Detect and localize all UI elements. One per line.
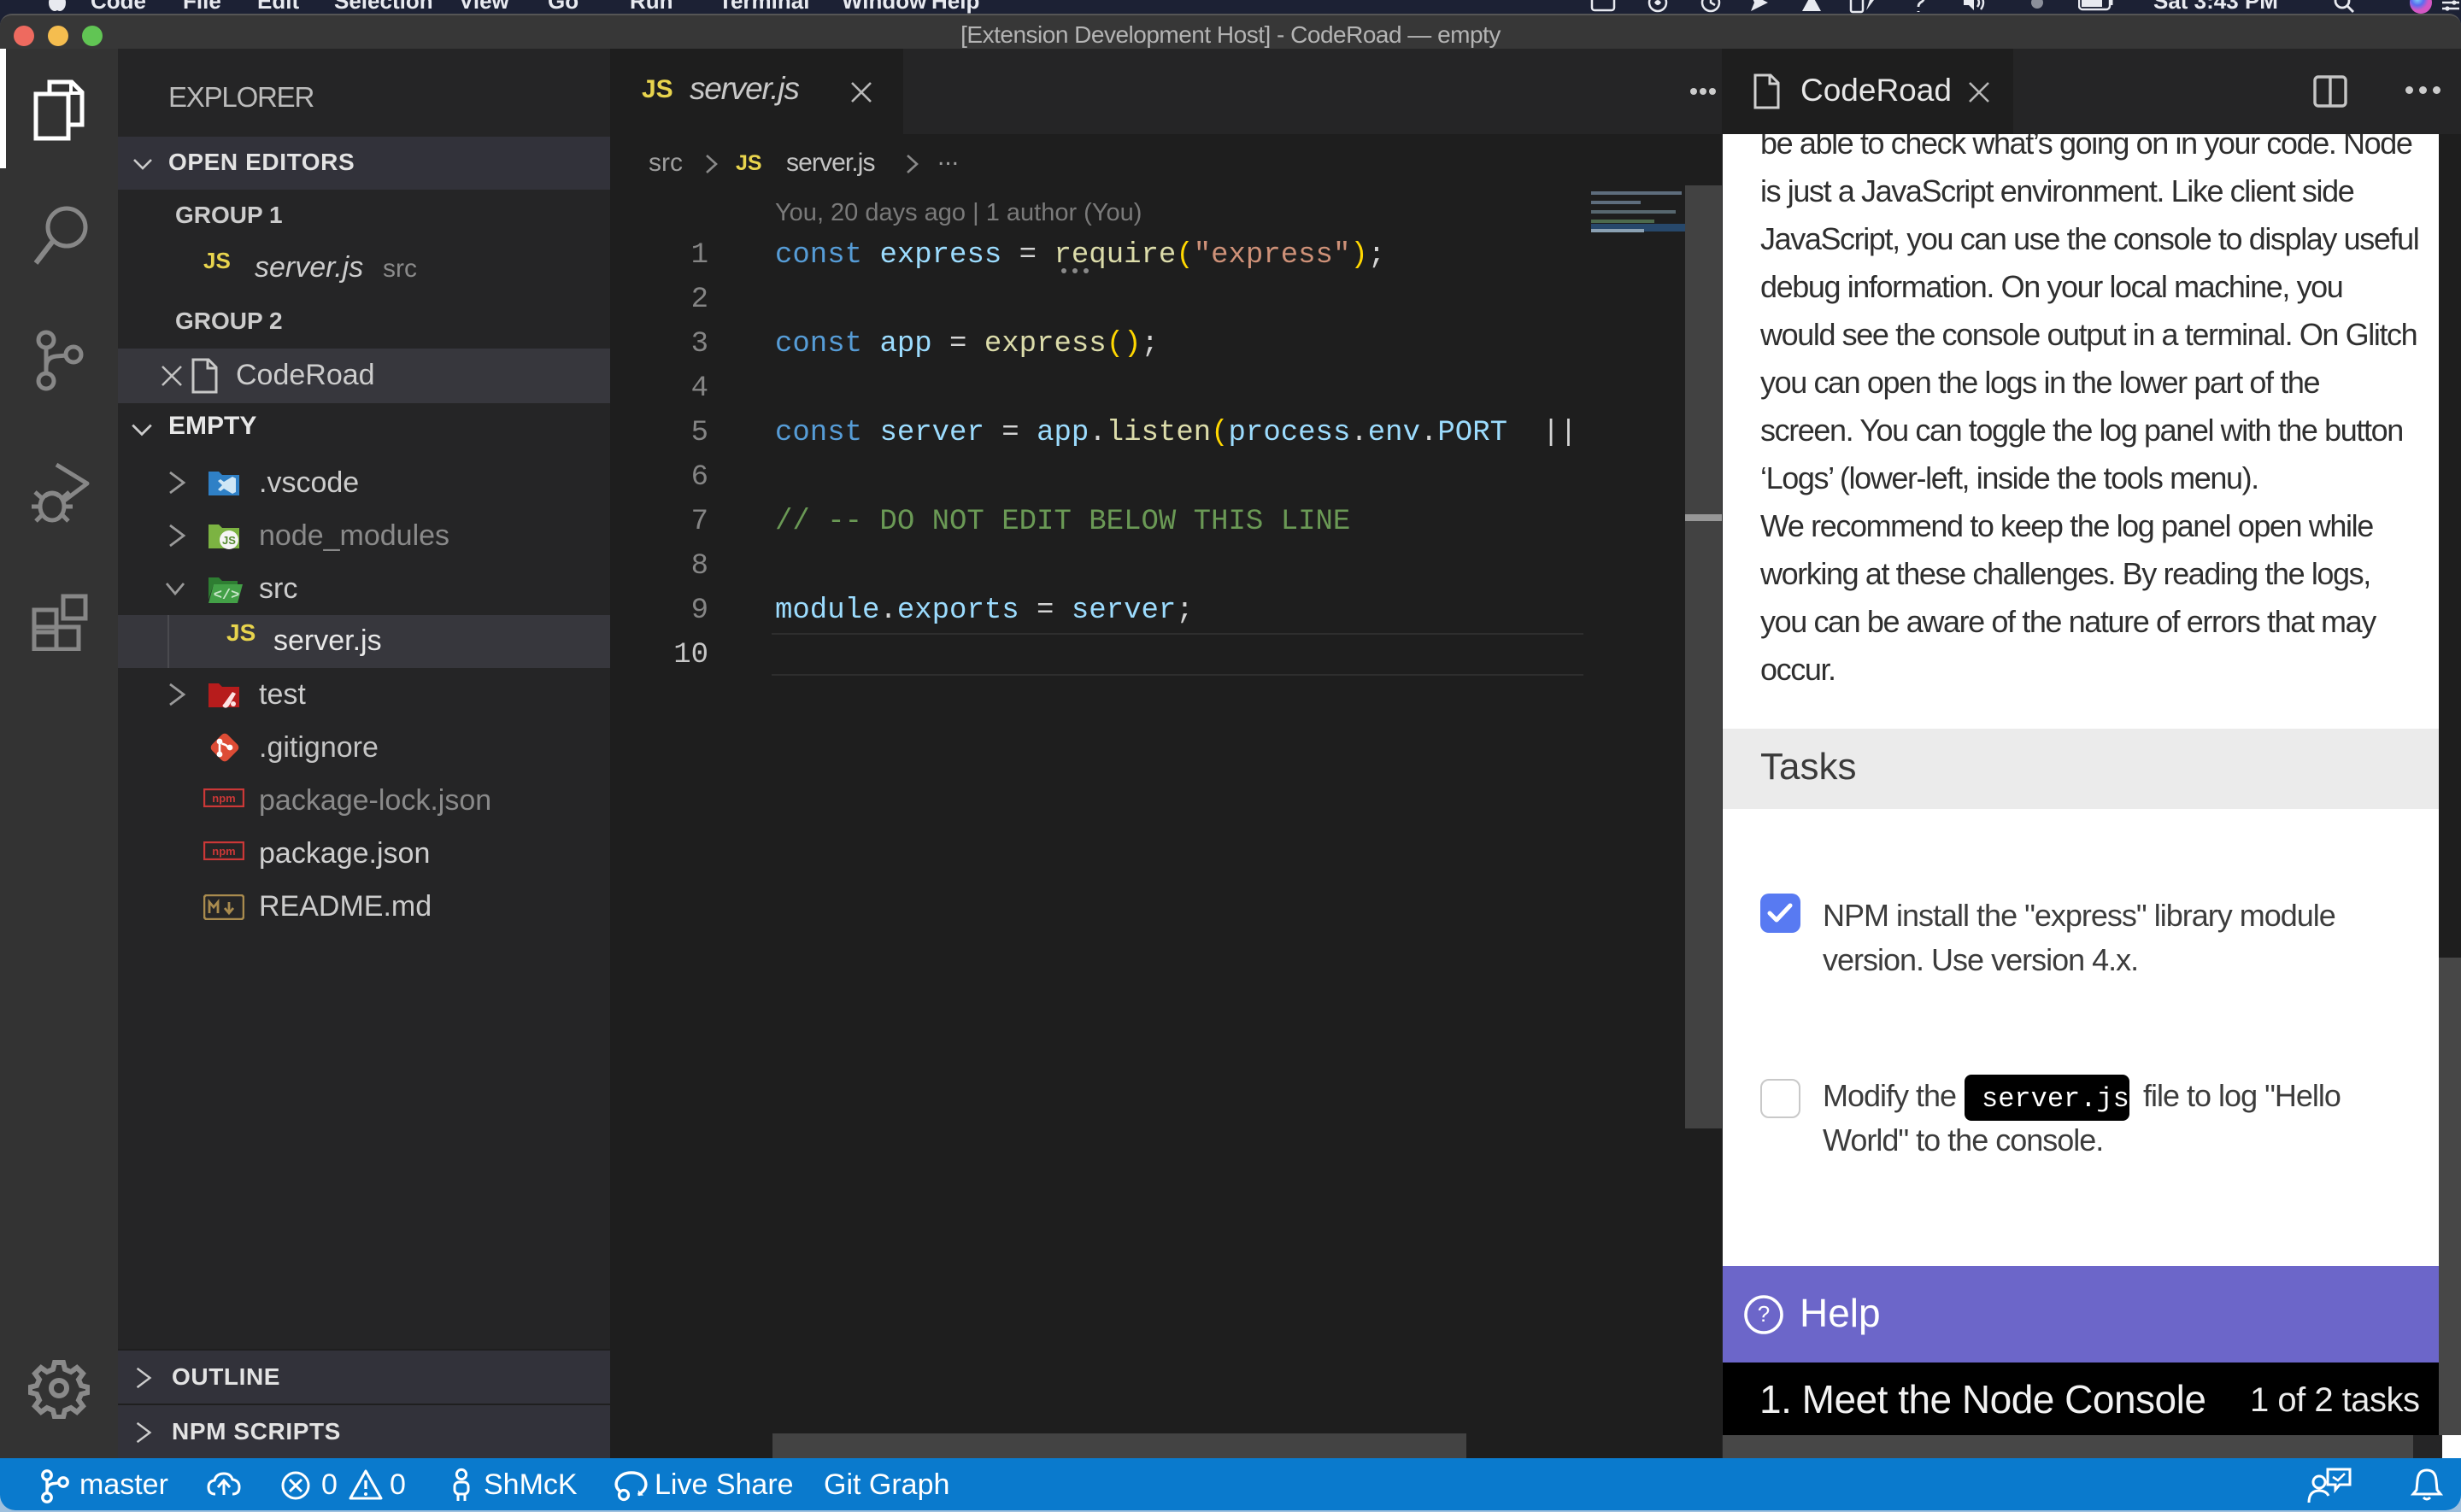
- svg-text:JS: JS: [222, 534, 236, 547]
- svg-text:npm: npm: [212, 792, 235, 805]
- svg-text:npm: npm: [212, 845, 235, 858]
- svg-text:?: ?: [1758, 1301, 1770, 1327]
- svg-text:</>: </>: [214, 588, 240, 604]
